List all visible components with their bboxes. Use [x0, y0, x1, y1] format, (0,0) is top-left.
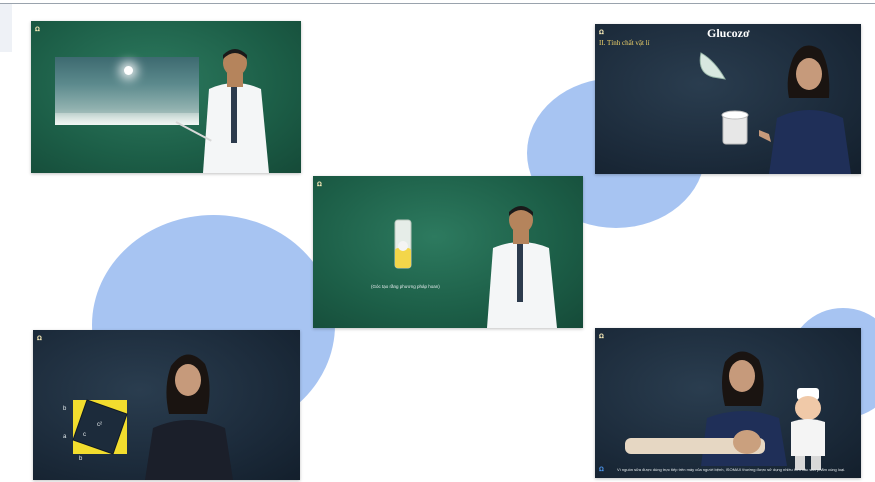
video-thumbnail-biology[interactable]: ꭥ ꭥ Vì nguồn sữa được dùng trực tiếp trê…: [595, 328, 861, 478]
teacher-figure: [145, 354, 233, 480]
label-a: a: [63, 434, 67, 440]
glass-flask-icon: [699, 52, 726, 80]
doctor-character-icon: [791, 388, 825, 470]
label-c: c: [83, 432, 86, 438]
demo-image: [55, 57, 199, 125]
brand-logo-icon-bottom: ꭥ: [599, 464, 604, 473]
brand-logo-icon: ꭥ: [35, 24, 40, 33]
pythagoras-diagram: [72, 399, 128, 455]
top-divider: [0, 3, 875, 4]
subtitle-caption: Vì nguồn sữa được dùng trực tiếp trên má…: [617, 467, 846, 472]
video-thumbnail-glucose[interactable]: ꭥ Glucozơ II. Tính chất vật lí: [595, 24, 861, 174]
label-b-top: b: [63, 406, 67, 412]
video-thumbnail-math[interactable]: ꭥ b a b c c²: [33, 330, 300, 480]
label-c-squared: c²: [97, 422, 102, 428]
label-b-bottom: b: [79, 456, 83, 462]
video-thumbnail-physics[interactable]: ꭥ: [31, 21, 301, 173]
brand-logo-icon: ꭥ: [599, 331, 604, 340]
teacher-figure: [203, 49, 269, 173]
patient-illustration: [625, 430, 765, 454]
lesson-title: Glucozơ: [707, 26, 750, 40]
video-thumbnail-chemistry[interactable]: ꭥ (Góc tạo rằng phương pháp hoan): [313, 176, 583, 328]
brand-logo-icon: ꭥ: [37, 333, 42, 342]
beaker-icon: [721, 110, 749, 145]
brand-logo-icon: ꭥ: [599, 27, 604, 36]
teacher-figure: [759, 45, 851, 174]
light-flare-icon: [124, 66, 133, 75]
experiment-caption: (Góc tạo rằng phương pháp hoan): [371, 284, 440, 289]
lesson-subtitle: II. Tính chất vật lí: [599, 39, 650, 47]
test-tube-icon: [394, 219, 412, 269]
left-edge-panel: [0, 4, 12, 52]
brand-logo-icon: ꭥ: [317, 179, 322, 188]
teacher-figure: [487, 206, 557, 328]
